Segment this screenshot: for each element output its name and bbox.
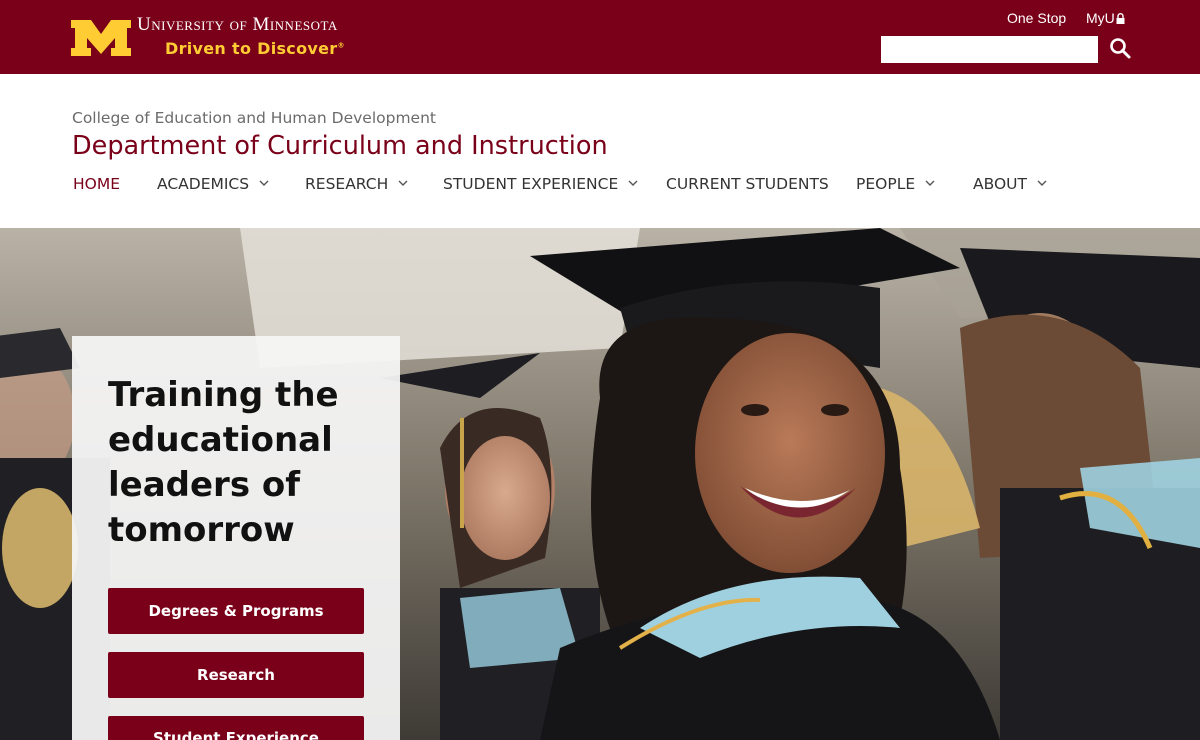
one-stop-link[interactable]: One Stop xyxy=(1007,10,1066,26)
nav-item-research[interactable]: RESEARCH xyxy=(305,175,408,193)
lock-icon xyxy=(1116,13,1125,24)
nav-item-current-students[interactable]: CURRENT STUDENTS xyxy=(666,175,829,193)
department-title[interactable]: Department of Curriculum and Instruction xyxy=(72,131,608,161)
registered-mark: ® xyxy=(337,41,345,50)
nav-label: CURRENT STUDENTS xyxy=(666,175,829,193)
nav-label: RESEARCH xyxy=(305,175,389,193)
college-name[interactable]: College of Education and Human Developme… xyxy=(72,109,436,127)
myu-link[interactable]: MyU xyxy=(1086,10,1125,26)
chevron-down-icon xyxy=(1037,180,1047,186)
search-input[interactable] xyxy=(881,36,1098,63)
hero-headline: Training the educational leaders of tomo… xyxy=(108,373,368,553)
nav-label: ABOUT xyxy=(973,175,1027,193)
myu-label: MyU xyxy=(1086,10,1115,26)
nav-label: ACADEMICS xyxy=(157,175,250,193)
nav-label: HOME xyxy=(73,175,121,193)
search-button[interactable] xyxy=(1106,34,1136,64)
top-bar: University of Minnesota Driven to Discov… xyxy=(0,0,1200,74)
chevron-down-icon xyxy=(925,180,935,186)
tagline-text: Driven to Discover xyxy=(165,39,338,58)
nav-item-people[interactable]: PEOPLE xyxy=(856,175,935,193)
tagline: Driven to Discover® xyxy=(165,39,345,58)
headline-line: leaders of xyxy=(108,465,301,505)
research-button[interactable]: Research xyxy=(108,652,364,698)
university-wordmark[interactable]: University of Minnesota xyxy=(137,14,338,36)
nav-item-about[interactable]: ABOUT xyxy=(973,175,1047,193)
chevron-down-icon xyxy=(628,180,638,186)
chevron-down-icon xyxy=(398,180,408,186)
search-icon xyxy=(1110,38,1131,59)
student-experience-button[interactable]: Student Experience xyxy=(108,716,364,740)
nav-item-student-experience[interactable]: STUDENT EXPERIENCE xyxy=(443,175,638,193)
nav-item-home[interactable]: HOME xyxy=(73,175,120,193)
nav-label: PEOPLE xyxy=(856,175,916,193)
chevron-down-icon xyxy=(259,180,269,186)
headline-line: tomorrow xyxy=(108,510,295,550)
headline-line: educational xyxy=(108,420,333,460)
nav-label: STUDENT EXPERIENCE xyxy=(443,175,619,193)
nav-item-academics[interactable]: ACADEMICS xyxy=(157,175,269,193)
degrees-programs-button[interactable]: Degrees & Programs xyxy=(108,588,364,634)
block-m-logo[interactable] xyxy=(71,20,131,56)
headline-line: Training the xyxy=(108,375,339,415)
